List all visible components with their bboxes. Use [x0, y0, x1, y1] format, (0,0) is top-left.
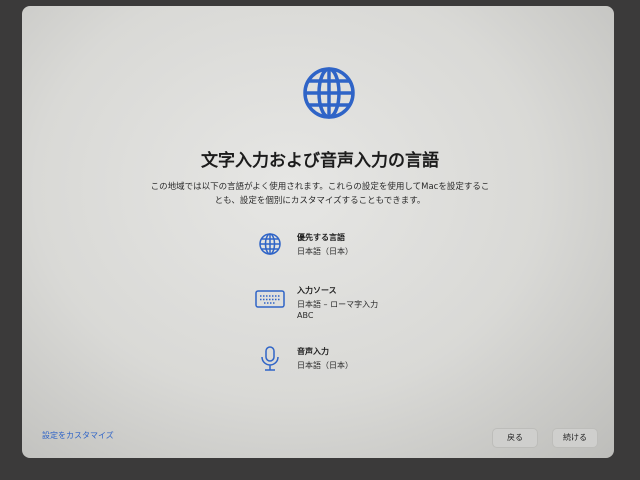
microphone-icon — [261, 346, 279, 371]
page-title: 文字入力および音声入力の言語 — [201, 151, 439, 171]
item-value: 日本語（日本） — [297, 247, 353, 256]
input-source-item: 入力ソース 日本語 – ローマ字入力 ABC — [255, 285, 378, 321]
back-button[interactable]: 戻る — [492, 428, 538, 448]
item-value: ABC — [297, 311, 314, 320]
globe-icon — [303, 67, 355, 119]
item-label: 音声入力 — [297, 347, 329, 356]
item-label: 入力ソース — [297, 286, 337, 295]
continue-button[interactable]: 続ける — [552, 428, 598, 448]
item-label: 優先する言語 — [297, 233, 345, 242]
customize-settings-link[interactable]: 設定をカスタマイズ — [42, 430, 114, 441]
item-value: 日本語 – ローマ字入力 — [297, 300, 379, 309]
item-value: 日本語（日本） — [297, 361, 353, 370]
keyboard-icon — [255, 290, 285, 308]
description: この地域では以下の言語がよく使用されます。これらの設定を使用してMacを設定する… — [150, 182, 490, 206]
dictation-item: 音声入力 日本語（日本） — [255, 346, 353, 372]
globe-icon — [259, 233, 281, 255]
preferred-language-item: 優先する言語 日本語（日本） — [255, 232, 353, 258]
